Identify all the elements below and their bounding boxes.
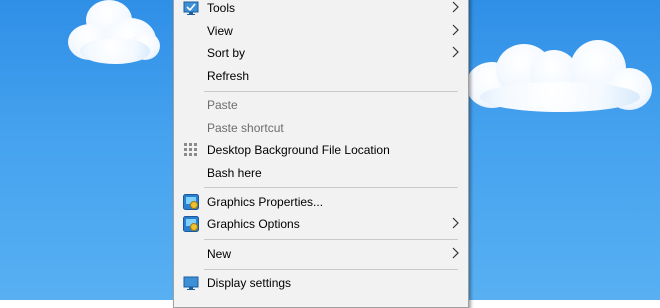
chevron-right-icon [452,247,459,259]
grid-dots-icon [184,143,197,156]
chevron-right-icon [452,217,459,229]
menu-separator [204,269,458,270]
chevron-right-icon [452,24,459,36]
cloud-left [60,0,170,75]
menu-item-graphics-options[interactable]: Graphics Options [174,213,468,235]
menu-item-label: View [207,24,233,38]
menu-item-label: Sort by [207,46,246,60]
menu-separator [204,91,458,92]
menu-item-label: New [207,247,232,261]
intel-graphics-icon [183,216,199,232]
menu-item-label: Paste [207,98,238,112]
menu-item-display-settings[interactable]: Display settings [174,272,468,294]
menu-item-paste-shortcut[interactable]: Paste shortcut [174,117,468,139]
menu-item-label: Graphics Properties... [207,195,324,209]
menu-item-label: Paste shortcut [207,121,284,135]
menu-item-bash-here[interactable]: Bash here [174,162,468,184]
menu-item-view[interactable]: View [174,20,468,42]
menu-item-label: Display settings [207,276,292,290]
monitor-check-icon [183,1,199,15]
menu-item-sort-by[interactable]: Sort by [174,42,468,64]
menu-separator [204,239,458,240]
display-icon [183,276,199,290]
menu-item-graphics-properties[interactable]: Graphics Properties... [174,191,468,213]
menu-item-label: Refresh [207,69,250,83]
menu-item-paste[interactable]: Paste [174,94,468,116]
menu-item-refresh[interactable]: Refresh [174,65,468,87]
menu-item-label: Tools [207,1,236,15]
intel-graphics-icon [183,194,199,210]
chevron-right-icon [452,46,459,58]
menu-item-desktop-background-file-location[interactable]: Desktop Background File Location [174,139,468,161]
chevron-right-icon [452,1,459,13]
menu-separator [204,187,458,188]
cloud-right [466,40,656,120]
menu-item-label: Graphics Options [207,217,300,231]
menu-item-label: Bash here [207,166,262,180]
menu-item-new[interactable]: New [174,243,468,265]
menu-item-tools[interactable]: Tools [174,0,468,19]
context-menu: Tools View Sort by Refresh Paste Paste s… [173,0,469,308]
menu-item-label: Desktop Background File Location [207,143,390,157]
